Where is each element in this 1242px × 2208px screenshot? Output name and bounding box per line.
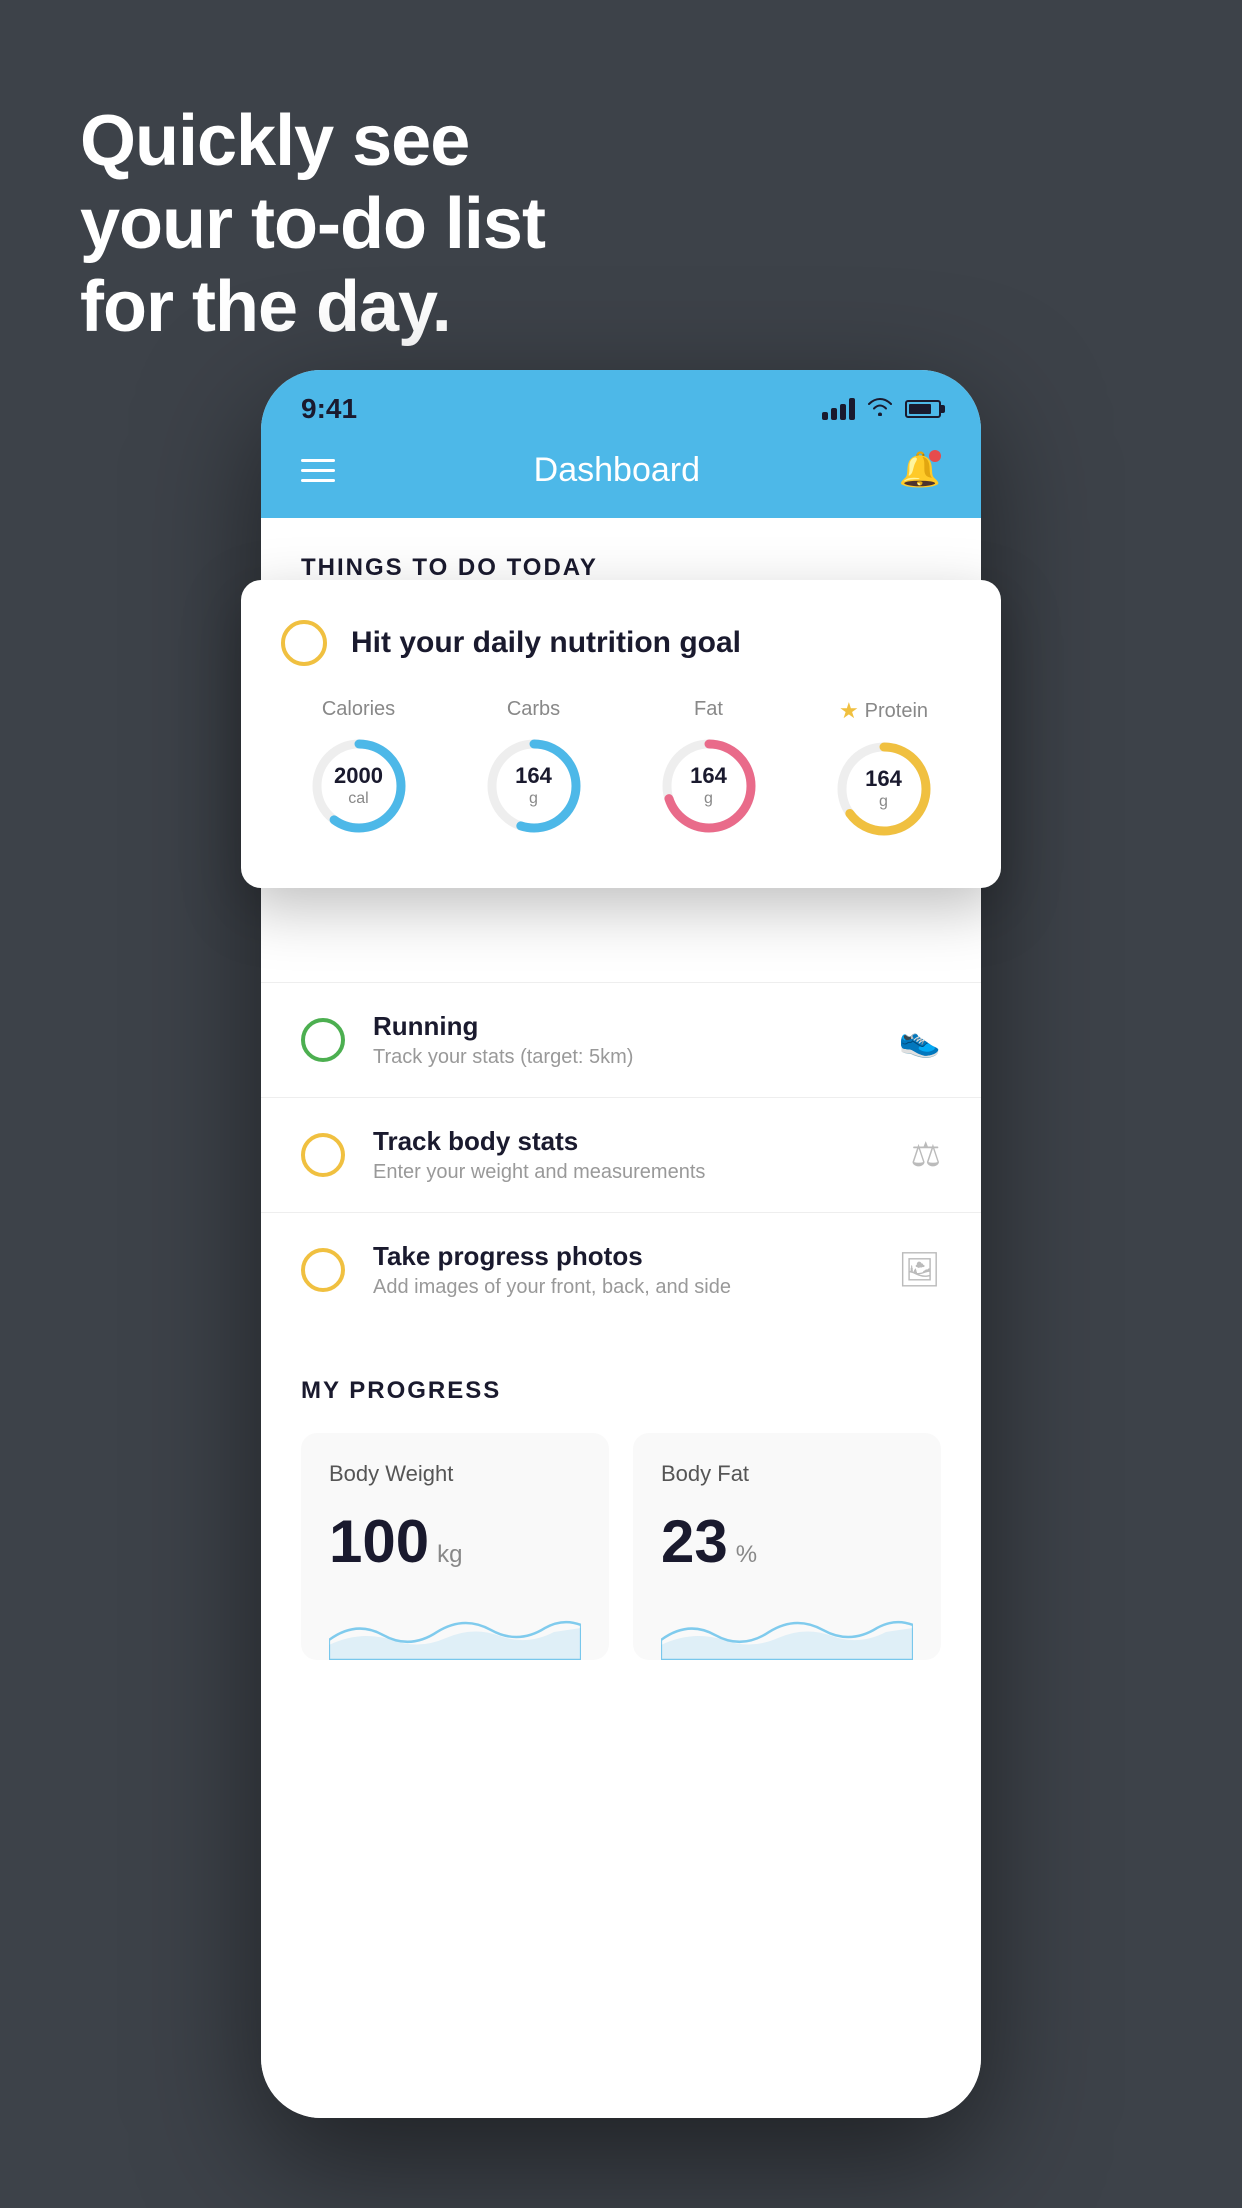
app-header: Dashboard 🔔 [261, 430, 981, 518]
donut-text: 164 g [865, 766, 902, 812]
donut-value: 164 [690, 763, 727, 789]
battery-icon [905, 400, 941, 418]
nutrition-card: Hit your daily nutrition goal Calories 2… [241, 580, 1001, 888]
task-body: Running Track your stats (target: 5km) [373, 1011, 871, 1069]
progress-card-title: Body Fat [661, 1461, 913, 1487]
progress-card-title: Body Weight [329, 1461, 581, 1487]
nutrition-label: Calories [322, 698, 395, 721]
progress-value-row: 100 kg [329, 1507, 581, 1576]
nutrition-label: Carbs [507, 698, 560, 721]
donut-unit: g [690, 790, 727, 809]
wifi-icon [867, 396, 893, 422]
task-check-circle [301, 1248, 345, 1292]
status-bar: 9:41 [261, 370, 981, 430]
task-list: Running Track your stats (target: 5km) 👟… [261, 982, 981, 1327]
donut-value: 164 [865, 766, 902, 792]
task-item[interactable]: Track body stats Enter your weight and m… [261, 1097, 981, 1212]
progress-value-row: 23 % [661, 1507, 913, 1576]
donut-text: 2000 cal [334, 763, 383, 809]
donut-value: 2000 [334, 763, 383, 789]
task-name: Take progress photos [373, 1241, 870, 1272]
donut-chart: 164 g [654, 731, 764, 841]
task-check-circle [301, 1133, 345, 1177]
nutrition-label: Fat [694, 698, 723, 721]
task-body: Take progress photos Add images of your … [373, 1241, 870, 1299]
star-icon: ★ [839, 698, 859, 724]
task-item[interactable]: Take progress photos Add images of your … [261, 1212, 981, 1327]
task-icon: ⚖ [911, 1135, 941, 1175]
progress-grid: Body Weight 100 kg Body Fat 23 % [301, 1433, 941, 1660]
task-name: Running [373, 1011, 871, 1042]
task-sub: Add images of your front, back, and side [373, 1276, 870, 1299]
progress-card[interactable]: Body Weight 100 kg [301, 1433, 609, 1660]
donut-chart: 164 g [829, 734, 939, 844]
progress-title: MY PROGRESS [301, 1377, 941, 1405]
wave-chart [329, 1600, 581, 1660]
donut-text: 164 g [515, 763, 552, 809]
progress-unit: kg [437, 1541, 462, 1569]
header-title: Dashboard [534, 451, 700, 490]
headline: Quickly see your to-do list for the day. [80, 100, 545, 348]
task-item[interactable]: Running Track your stats (target: 5km) 👟 [261, 982, 981, 1097]
task-sub: Track your stats (target: 5km) [373, 1046, 871, 1069]
card-check-circle [281, 620, 327, 666]
task-check-circle [301, 1018, 345, 1062]
card-title: Hit your daily nutrition goal [351, 626, 741, 660]
nutrition-grid: Calories 2000 cal Carbs 164 g Fat [281, 698, 961, 844]
task-sub: Enter your weight and measurements [373, 1161, 883, 1184]
task-icon: 🖼 [898, 1250, 941, 1290]
donut-chart: 164 g [479, 731, 589, 841]
headline-line2: your to-do list [80, 183, 545, 266]
progress-section: MY PROGRESS Body Weight 100 kg Body Fat … [261, 1327, 981, 1700]
status-time: 9:41 [301, 393, 357, 425]
task-icon: 👟 [899, 1020, 941, 1060]
bell-icon[interactable]: 🔔 [899, 450, 941, 490]
headline-line3: for the day. [80, 266, 545, 349]
progress-number: 23 [661, 1507, 728, 1576]
task-body: Track body stats Enter your weight and m… [373, 1126, 883, 1184]
nutrition-item: Calories 2000 cal [304, 698, 414, 844]
nutrition-item: Carbs 164 g [479, 698, 589, 844]
progress-number: 100 [329, 1507, 429, 1576]
donut-text: 164 g [690, 763, 727, 809]
progress-unit: % [736, 1541, 757, 1569]
donut-value: 164 [515, 763, 552, 789]
donut-chart: 2000 cal [304, 731, 414, 841]
status-icons [822, 396, 941, 422]
donut-unit: g [515, 790, 552, 809]
nutrition-label: ★Protein [839, 698, 928, 724]
nutrition-item: ★Protein 164 g [829, 698, 939, 844]
headline-line1: Quickly see [80, 100, 545, 183]
task-name: Track body stats [373, 1126, 883, 1157]
nutrition-item: Fat 164 g [654, 698, 764, 844]
signal-icon [822, 398, 855, 420]
hamburger-menu[interactable] [301, 459, 335, 482]
wave-chart [661, 1600, 913, 1660]
donut-unit: cal [334, 790, 383, 809]
donut-unit: g [865, 793, 902, 812]
progress-card[interactable]: Body Fat 23 % [633, 1433, 941, 1660]
